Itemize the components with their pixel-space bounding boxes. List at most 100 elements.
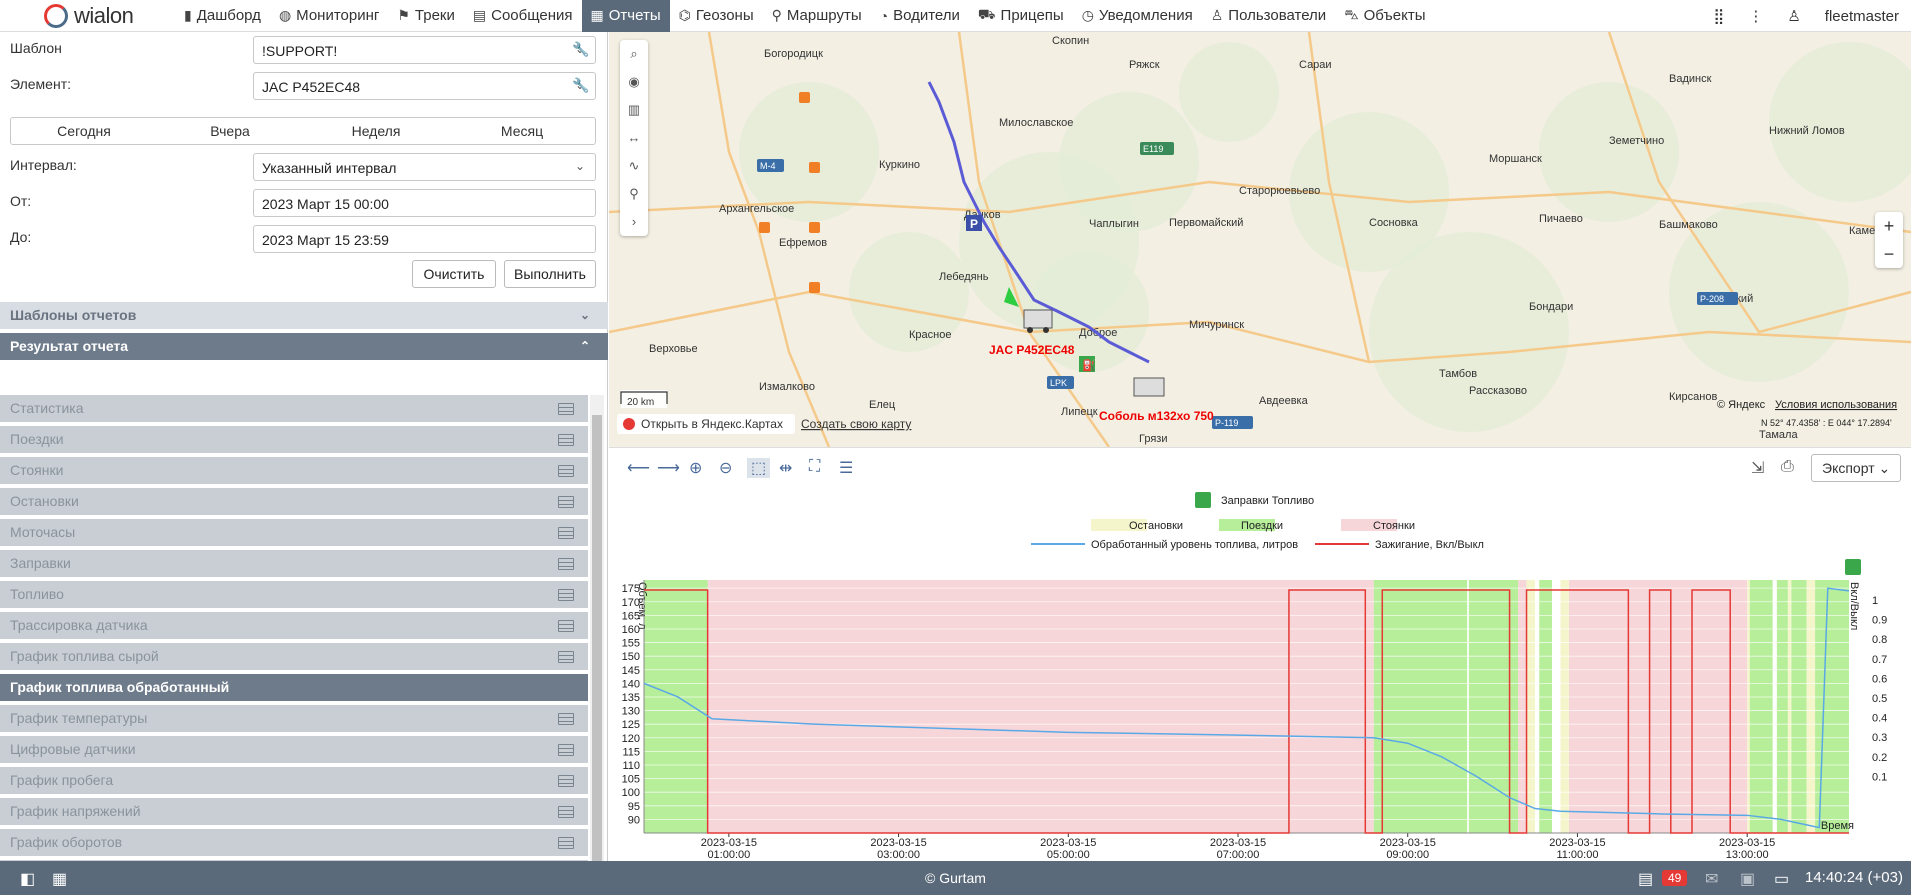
nav-item-8[interactable]: ⛟ Прицепы <box>969 0 1073 32</box>
scrollbar-thumb[interactable] <box>592 415 602 865</box>
report-item[interactable]: График оборотов <box>0 829 588 860</box>
clear-button[interactable]: Очистить <box>412 260 496 288</box>
mail-icon[interactable]: ✉ <box>1705 869 1718 889</box>
apps-grid-icon[interactable]: ⣿ <box>1701 7 1736 25</box>
unit-label[interactable]: JAC P452EC48 <box>989 343 1075 357</box>
ruler-icon[interactable]: ↔ <box>620 124 648 152</box>
more-menu-icon[interactable]: ⋮ <box>1736 7 1775 25</box>
map-terms-link[interactable]: Условия использования <box>1775 399 1897 411</box>
report-item[interactable]: Топливо <box>0 581 588 612</box>
period-button-0[interactable]: Сегодня <box>11 118 157 144</box>
interval-select[interactable]: Указанный интервал ⌄ <box>253 153 596 181</box>
parking-marker-icon[interactable]: P <box>966 215 982 231</box>
card-icon[interactable]: ▭ <box>1774 869 1789 889</box>
nav-item-7[interactable]: ◔ Водители <box>871 0 969 32</box>
nav-item-6[interactable]: ⚲ Маршруты <box>763 0 871 32</box>
table-icon[interactable] <box>558 496 574 508</box>
report-item[interactable]: График температуры <box>0 705 588 736</box>
report-item[interactable]: Заправки <box>0 550 588 581</box>
nav-item-0[interactable]: ▮ Дашборд <box>175 0 270 32</box>
distance-icon[interactable]: ⚲ <box>620 180 648 208</box>
x-axis-zoom-icon[interactable]: ⇹ <box>779 458 792 478</box>
table-icon[interactable] <box>558 434 574 446</box>
period-button-2[interactable]: Неделя <box>303 118 449 144</box>
report-item[interactable]: Поездки <box>0 426 588 457</box>
table-icon[interactable] <box>558 620 574 632</box>
report-item[interactable]: Моточасы <box>0 519 588 550</box>
nav-item-2[interactable]: ⚑ Треки <box>388 0 464 32</box>
table-icon[interactable] <box>558 558 574 570</box>
nav-item-5[interactable]: ⌬ Геозоны <box>670 0 763 32</box>
nav-item-3[interactable]: ▤ Сообщения <box>464 0 582 32</box>
user-icon[interactable]: ♙ <box>1775 7 1812 25</box>
report-item[interactable]: График напряжений <box>0 798 588 829</box>
nav-item-10[interactable]: ♙ Пользователи <box>1202 0 1335 32</box>
list-scrollbar[interactable] <box>590 395 604 893</box>
road-badge: E119 <box>1140 142 1174 155</box>
table-icon[interactable] <box>558 465 574 477</box>
print-icon[interactable]: ⎙ <box>1781 458 1794 476</box>
from-date-input[interactable]: 2023 Март 15 00:00 <box>253 189 596 217</box>
report-item[interactable]: Стоянки <box>0 457 588 488</box>
report-result-section[interactable]: Результат отчета ⌃ <box>0 333 608 360</box>
table-icon[interactable] <box>558 527 574 539</box>
table-icon[interactable] <box>558 775 574 787</box>
table-icon[interactable] <box>558 589 574 601</box>
chevron-right-icon[interactable]: › <box>620 208 648 236</box>
zoom-out-button[interactable]: − <box>1875 240 1903 268</box>
period-button-1[interactable]: Вчера <box>157 118 303 144</box>
nav-item-4[interactable]: ▦ Отчеты <box>581 0 670 32</box>
fuel-station-marker-icon[interactable]: ⛽ <box>1079 356 1096 372</box>
export-dropdown[interactable]: Экспорт ⌄ <box>1811 454 1901 482</box>
eye-icon[interactable]: ◉ <box>620 68 648 96</box>
map-view[interactable]: Скопин Ряжск Сараи Богородицк Милославское Ку… <box>609 32 1911 447</box>
table-icon[interactable] <box>558 837 574 849</box>
logo[interactable]: wialon <box>0 3 175 29</box>
open-yandex-label[interactable]: Открыть в Яндекс.Картах <box>641 417 783 431</box>
map-layers-icon[interactable]: ▥ <box>620 96 648 124</box>
report-item[interactable]: График топлива сырой <box>0 643 588 674</box>
element-select[interactable]: JAC P452EC48 ⌄ <box>253 72 596 100</box>
fit-icon[interactable]: ⛶ <box>809 458 820 476</box>
report-item[interactable]: Цифровые датчики <box>0 736 588 767</box>
legend-icon[interactable]: ☰ <box>839 458 853 478</box>
wrench-icon[interactable]: 🔧 <box>572 77 589 94</box>
zoom-in-button[interactable]: + <box>1875 212 1903 240</box>
nav-item-1[interactable]: ◍ Мониторинг <box>270 0 388 32</box>
search-icon[interactable]: ⌕ <box>620 40 648 68</box>
nav-item-9[interactable]: ◷ Уведомления <box>1073 0 1202 32</box>
table-icon[interactable] <box>558 403 574 415</box>
notification-badge[interactable]: 49 <box>1662 870 1688 886</box>
messages-icon[interactable]: ▤ <box>1638 869 1653 889</box>
nav-item-11[interactable]: ⛍ Объекты <box>1335 0 1434 32</box>
run-button[interactable]: Выполнить <box>504 260 596 288</box>
image-icon[interactable]: ▣ <box>1740 869 1755 889</box>
arrow-left-icon[interactable]: ⟵ <box>627 458 650 478</box>
select-area-icon[interactable]: ⬚ <box>747 458 771 478</box>
route-tool-icon[interactable]: ∿ <box>620 152 648 180</box>
table-icon[interactable] <box>558 744 574 756</box>
truck-unit-2-icon[interactable] <box>1133 377 1165 397</box>
report-item[interactable]: Статистика <box>0 395 588 426</box>
zoom-in-icon[interactable]: ⊕ <box>689 458 702 478</box>
table-icon[interactable] <box>558 651 574 663</box>
zoom-out-icon[interactable]: ⊖ <box>719 458 732 478</box>
report-item[interactable]: Трассировка датчика <box>0 612 588 643</box>
to-date-input[interactable]: 2023 Март 15 23:59 <box>253 225 596 253</box>
wrench-icon[interactable]: 🔧 <box>572 41 589 58</box>
table-icon[interactable] <box>558 713 574 725</box>
report-templates-section[interactable]: Шаблоны отчетов ⌄ <box>0 302 608 329</box>
username[interactable]: fleetmaster <box>1813 8 1911 25</box>
period-button-3[interactable]: Месяц <box>449 118 595 144</box>
arrow-right-icon[interactable]: ⟶ <box>657 458 680 478</box>
export-file-icon[interactable]: ⇲ <box>1751 458 1764 478</box>
template-select[interactable]: !SUPPORT! ⌄ <box>253 36 596 64</box>
table-icon[interactable] <box>558 806 574 818</box>
unit-2-label[interactable]: Соболь м132хо 750 <box>1099 409 1214 423</box>
refuel-marker-icon[interactable] <box>1845 559 1861 575</box>
map-canvas[interactable]: Скопин Ряжск Сараи Богородицк Милославское Ку… <box>609 32 1911 447</box>
create-map-link[interactable]: Создать свою карту <box>801 417 911 431</box>
report-item[interactable]: Остановки <box>0 488 588 519</box>
report-item[interactable]: График топлива обработанный <box>0 674 588 705</box>
report-item[interactable]: График пробега <box>0 767 588 798</box>
